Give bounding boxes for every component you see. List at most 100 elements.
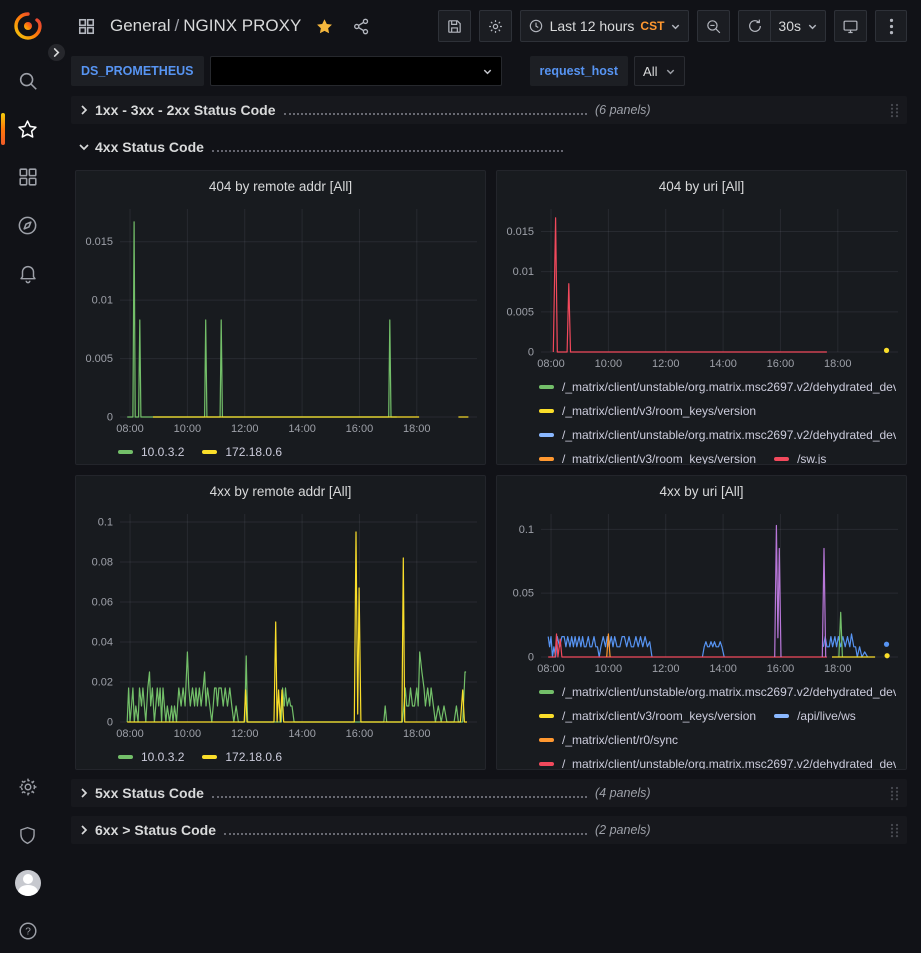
variable-value-datasource[interactable] xyxy=(210,56,502,86)
dashboard-variables-bar: DS_PROMETHEUS request_host All xyxy=(55,52,921,96)
legend-item[interactable]: 10.0.3.2 xyxy=(118,445,184,459)
time-series-chart[interactable]: 00.050.108:0010:0012:0014:0016:0018:00 xyxy=(497,506,906,678)
legend-series-label: /_matrix/client/v3/room_keys/version xyxy=(562,709,756,723)
svg-text:0: 0 xyxy=(107,717,113,729)
svg-text:14:00: 14:00 xyxy=(709,358,737,370)
row-5xx[interactable]: 5xx Status Code (4 panels) xyxy=(71,779,907,807)
panel-title[interactable]: 404 by uri [All] xyxy=(497,171,906,201)
legend-item[interactable]: /sw.js xyxy=(774,452,826,464)
refresh-interval-select[interactable]: 30s xyxy=(770,10,826,42)
row-drag-handle[interactable] xyxy=(890,786,899,801)
variable-label-request-host[interactable]: request_host xyxy=(530,56,629,86)
row-drag-handle[interactable] xyxy=(890,103,899,118)
legend-series-swatch xyxy=(118,755,133,759)
row-dotted-line xyxy=(284,113,587,115)
panel-title[interactable]: 4xx by uri [All] xyxy=(497,476,906,506)
legend-series-swatch xyxy=(118,450,133,454)
favorite-star-icon[interactable] xyxy=(311,17,338,36)
svg-text:0.01: 0.01 xyxy=(92,295,113,307)
legend-row: /_matrix/client/unstable/org.matrix.msc2… xyxy=(539,680,896,704)
svg-text:16:00: 16:00 xyxy=(346,728,374,740)
legend-series-label: /api/live/ws xyxy=(797,709,856,723)
breadcrumb-folder[interactable]: General xyxy=(110,16,170,35)
row-title: 6xx > Status Code xyxy=(95,822,216,838)
page-title: NGINX PROXY xyxy=(183,16,301,35)
dashboard-settings-button[interactable] xyxy=(479,10,512,42)
legend-row: /_matrix/client/unstable/org.matrix.msc2… xyxy=(539,423,896,447)
breadcrumb[interactable]: General/NGINX PROXY xyxy=(110,16,301,36)
tv-mode-button[interactable] xyxy=(834,10,867,42)
share-icon[interactable] xyxy=(348,17,375,36)
svg-text:08:00: 08:00 xyxy=(116,728,144,740)
time-series-chart[interactable]: 00.0050.010.01508:0010:0012:0014:0016:00… xyxy=(497,201,906,373)
panel-title[interactable]: 404 by remote addr [All] xyxy=(76,171,485,201)
svg-text:0: 0 xyxy=(107,412,113,424)
gear-icon[interactable] xyxy=(8,773,48,801)
svg-text:0.01: 0.01 xyxy=(513,266,534,278)
row-1xx-3xx-2xx[interactable]: 1xx - 3xx - 2xx Status Code (6 panels) xyxy=(71,96,907,124)
row-4xx[interactable]: 4xx Status Code xyxy=(71,133,907,161)
legend-item[interactable]: 172.18.0.6 xyxy=(202,445,282,459)
timezone-label: CST xyxy=(640,19,664,33)
dashboard-canvas: 1xx - 3xx - 2xx Status Code (6 panels) 4… xyxy=(55,96,921,853)
row-drag-handle[interactable] xyxy=(890,823,899,838)
apps-grid-icon[interactable] xyxy=(73,17,100,36)
sidebar-item-starred[interactable] xyxy=(8,115,48,143)
legend-series-swatch xyxy=(774,457,789,461)
panel-legend: 10.0.3.2 172.18.0.6 xyxy=(76,743,485,769)
legend-item[interactable]: 10.0.3.2 xyxy=(118,750,184,764)
chevron-right-icon xyxy=(79,105,89,115)
zoom-out-time-button[interactable] xyxy=(697,10,730,42)
svg-text:0.05: 0.05 xyxy=(513,588,534,600)
legend-series-swatch xyxy=(539,714,554,718)
variable-label-datasource[interactable]: DS_PROMETHEUS xyxy=(71,56,204,86)
sidebar-item-alerting[interactable] xyxy=(8,259,48,287)
legend-series-label: 10.0.3.2 xyxy=(141,750,184,764)
legend-item[interactable]: /_matrix/client/v3/room_keys/version xyxy=(539,709,756,723)
time-series-chart[interactable]: 00.0050.010.01508:0010:0012:0014:0016:00… xyxy=(76,201,485,438)
profile-avatar[interactable] xyxy=(8,869,48,897)
save-dashboard-button[interactable] xyxy=(438,10,471,42)
row-6xx[interactable]: 6xx > Status Code (2 panels) xyxy=(71,816,907,844)
refresh-button[interactable] xyxy=(738,10,770,42)
kebab-menu-button[interactable] xyxy=(875,10,907,42)
legend-item[interactable]: /_matrix/client/r0/sync xyxy=(539,733,678,747)
panel-title[interactable]: 4xx by remote addr [All] xyxy=(76,476,485,506)
svg-text:0.005: 0.005 xyxy=(85,353,113,365)
legend-row: /_matrix/client/v3/room_keys/version/sw.… xyxy=(539,447,896,464)
legend-item[interactable]: /_matrix/client/v3/room_keys/version xyxy=(539,404,756,418)
legend-item[interactable]: /_matrix/client/unstable/org.matrix.msc2… xyxy=(539,685,896,699)
legend-series-swatch xyxy=(539,457,554,461)
svg-text:10:00: 10:00 xyxy=(595,663,623,675)
sidebar-item-dashboards[interactable] xyxy=(8,163,48,191)
svg-text:0.1: 0.1 xyxy=(519,524,534,536)
breadcrumb-divider: / xyxy=(170,16,183,35)
row-panel-count: (4 panels) xyxy=(595,786,651,800)
variable-value-request-host[interactable]: All xyxy=(634,56,685,86)
panel-grid: 404 by remote addr [All] 00.0050.010.015… xyxy=(75,170,907,770)
svg-text:?: ? xyxy=(25,927,31,938)
legend-item[interactable]: /api/live/ws xyxy=(774,709,856,723)
legend-item[interactable]: 172.18.0.6 xyxy=(202,750,282,764)
panel-404-by-remote-addr: 404 by remote addr [All] 00.0050.010.015… xyxy=(75,170,486,465)
svg-text:14:00: 14:00 xyxy=(288,423,316,435)
grafana-logo[interactable] xyxy=(11,9,45,43)
time-range-picker[interactable]: Last 12 hours CST xyxy=(520,10,690,42)
svg-text:0.08: 0.08 xyxy=(92,557,113,569)
help-icon[interactable]: ? xyxy=(8,917,48,945)
row-dotted-line xyxy=(224,833,587,835)
legend-item[interactable]: /_matrix/client/v3/room_keys/version xyxy=(539,452,756,464)
legend-series-swatch xyxy=(539,433,554,437)
sidebar-expand-button[interactable] xyxy=(46,42,67,63)
legend-item[interactable]: /_matrix/client/unstable/org.matrix.msc2… xyxy=(539,757,896,769)
row-dotted-line xyxy=(212,796,587,798)
shield-icon[interactable] xyxy=(8,821,48,849)
legend-item[interactable]: /_matrix/client/unstable/org.matrix.msc2… xyxy=(539,428,896,442)
time-series-chart[interactable]: 00.020.040.060.080.108:0010:0012:0014:00… xyxy=(76,506,485,743)
sidebar-item-explore[interactable] xyxy=(8,211,48,239)
legend-item[interactable]: /_matrix/client/unstable/org.matrix.msc2… xyxy=(539,380,896,394)
legend-series-swatch xyxy=(539,738,554,742)
legend-row: 10.0.3.2 172.18.0.6 xyxy=(118,440,475,464)
svg-text:08:00: 08:00 xyxy=(116,423,144,435)
search-icon[interactable] xyxy=(8,67,48,95)
